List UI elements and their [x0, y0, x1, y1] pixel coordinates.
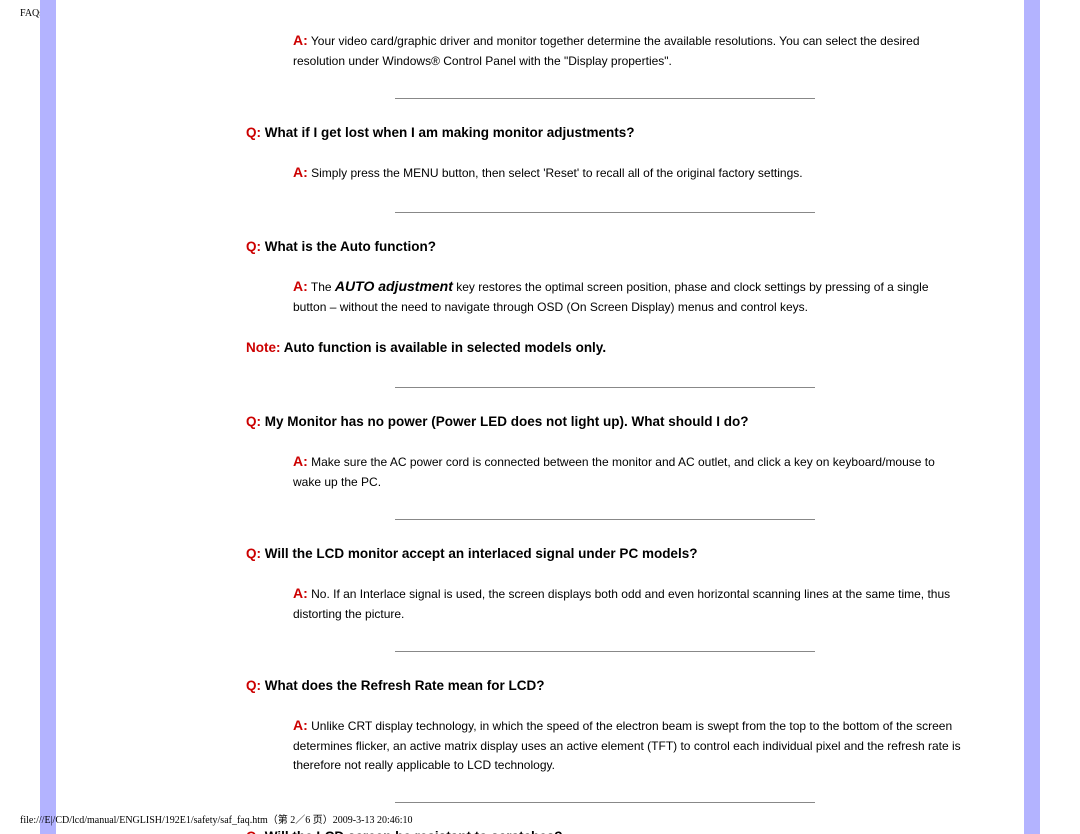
question-text: What does the Refresh Rate mean for LCD? [261, 678, 545, 693]
answer-letter: A: [293, 32, 308, 48]
answer-letter: A: [293, 278, 308, 294]
question-letter: Q: [246, 546, 261, 561]
divider [395, 98, 815, 99]
question-letter: Q: [246, 829, 261, 834]
answer-text: Unlike CRT display technology, in which … [293, 719, 961, 771]
answer-block: A: Simply press the MENU button, then se… [246, 162, 964, 184]
question-line: Q: What is the Auto function? [246, 237, 964, 258]
answer-text: Simply press the MENU button, then selec… [308, 166, 803, 180]
answer-block: A: Your video card/graphic driver and mo… [246, 30, 964, 70]
question-text: My Monitor has no power (Power LED does … [261, 414, 748, 429]
question-letter: Q: [246, 125, 261, 140]
note-label: Note: [246, 340, 281, 355]
answer-text: Make sure the AC power cord is connected… [293, 455, 935, 489]
question-line: Q: Will the LCD screen be resistant to s… [246, 827, 964, 834]
question-letter: Q: [246, 414, 261, 429]
question-line: Q: Will the LCD monitor accept an interl… [246, 544, 964, 565]
document-page: A: Your video card/graphic driver and mo… [40, 0, 1040, 834]
answer-emphasis: AUTO adjustment [335, 278, 453, 294]
answer-block: A: No. If an Interlace signal is used, t… [246, 583, 964, 623]
answer-text: No. If an Interlace signal is used, the … [293, 587, 950, 621]
answer-block: A: Make sure the AC power cord is connec… [246, 451, 964, 491]
answer-letter: A: [293, 717, 308, 733]
faq-content: A: Your video card/graphic driver and mo… [246, 0, 964, 834]
divider [395, 519, 815, 520]
answer-block: A: Unlike CRT display technology, in whi… [246, 715, 964, 774]
divider [395, 387, 815, 388]
answer-letter: A: [293, 453, 308, 469]
answer-text: Your video card/graphic driver and monit… [293, 34, 920, 68]
divider [395, 651, 815, 652]
question-line: Q: What if I get lost when I am making m… [246, 123, 964, 144]
answer-letter: A: [293, 164, 308, 180]
question-line: Q: My Monitor has no power (Power LED do… [246, 412, 964, 433]
question-text: Will the LCD screen be resistant to scra… [261, 829, 562, 834]
answer-block: A: The AUTO adjustment key restores the … [246, 276, 964, 316]
divider [395, 802, 815, 803]
divider [395, 212, 815, 213]
question-letter: Q: [246, 678, 261, 693]
question-text: Will the LCD monitor accept an interlace… [261, 546, 697, 561]
note-text: Auto function is available in selected m… [281, 340, 607, 355]
question-letter: Q: [246, 239, 261, 254]
question-text: What is the Auto function? [261, 239, 436, 254]
answer-letter: A: [293, 585, 308, 601]
question-text: What if I get lost when I am making moni… [261, 125, 635, 140]
note-line: Note: Auto function is available in sele… [246, 338, 964, 359]
question-line: Q: What does the Refresh Rate mean for L… [246, 676, 964, 697]
page-footer-path: file:///E|/CD/lcd/manual/ENGLISH/192E1/s… [20, 811, 413, 826]
answer-text-pre: The [308, 280, 335, 294]
